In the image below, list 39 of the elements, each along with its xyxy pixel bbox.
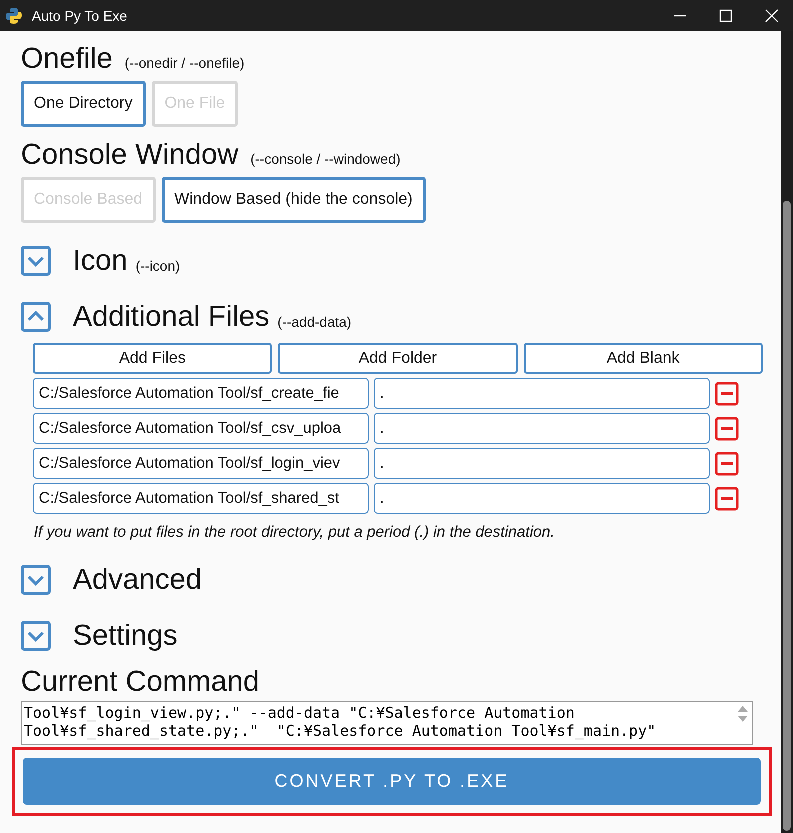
add-button[interactable]: Add Files xyxy=(33,343,272,374)
option-hint: (--console / --windowed) xyxy=(250,151,401,167)
remove-icon[interactable] xyxy=(715,416,739,440)
section-title: Onefile xyxy=(21,43,113,76)
section-title: Console Window xyxy=(21,139,239,172)
section-title: Advanced xyxy=(73,564,202,596)
source-path-field[interactable]: C:/Salesforce Automation Tool/sf_csv_uploa xyxy=(33,413,369,444)
expand-toggle-icon[interactable] xyxy=(21,246,51,276)
close-icon[interactable] xyxy=(765,8,779,22)
window-title: Auto Py To Exe xyxy=(32,8,128,24)
maximize-icon[interactable] xyxy=(719,8,733,22)
option-button[interactable]: Window Based (hide the console) xyxy=(162,177,426,223)
expand-toggle-icon[interactable] xyxy=(21,565,51,595)
collapse-toggle-icon[interactable] xyxy=(21,302,51,332)
option-button[interactable]: One Directory xyxy=(21,81,146,127)
expand-toggle-icon[interactable] xyxy=(21,621,51,651)
remove-icon[interactable] xyxy=(715,382,739,406)
source-path-field[interactable]: C:/Salesforce Automation Tool/sf_shared_st xyxy=(33,483,369,514)
destination-field[interactable]: . xyxy=(374,413,710,444)
convert-button[interactable]: CONVERT .PY TO .EXE xyxy=(23,758,761,805)
add-button[interactable]: Add Folder xyxy=(278,343,518,374)
section-title: Current Command xyxy=(21,666,260,699)
python-logo-icon xyxy=(5,6,23,24)
help-note: If you want to put files in the root directory, put a period (.) in the destination. xyxy=(34,524,556,542)
section-title: Settings xyxy=(73,620,178,652)
add-button[interactable]: Add Blank xyxy=(524,343,763,374)
destination-field[interactable]: . xyxy=(374,378,710,409)
remove-icon[interactable] xyxy=(715,452,739,476)
destination-field[interactable]: . xyxy=(374,448,710,479)
source-path-field[interactable]: C:/Salesforce Automation Tool/sf_create_fie xyxy=(33,378,369,409)
source-path-field[interactable]: C:/Salesforce Automation Tool/sf_login_viev xyxy=(33,448,369,479)
option-hint: (--onedir / --onefile) xyxy=(124,55,245,71)
option-hint: (--icon) xyxy=(136,258,180,274)
destination-field[interactable]: . xyxy=(374,483,710,514)
remove-icon[interactable] xyxy=(715,486,739,510)
section-title: Additional Files xyxy=(73,300,270,334)
option-hint: (--add-data) xyxy=(278,314,352,330)
section-title: Icon xyxy=(73,244,128,278)
command-text-area[interactable]: Tool¥sf_login_view.py;." --add-data "C:¥Salesforce Automation Tool¥sf_shared_state.py;." "C:¥Salesforce Automation Tool¥sf_main.py" xyxy=(21,701,753,745)
